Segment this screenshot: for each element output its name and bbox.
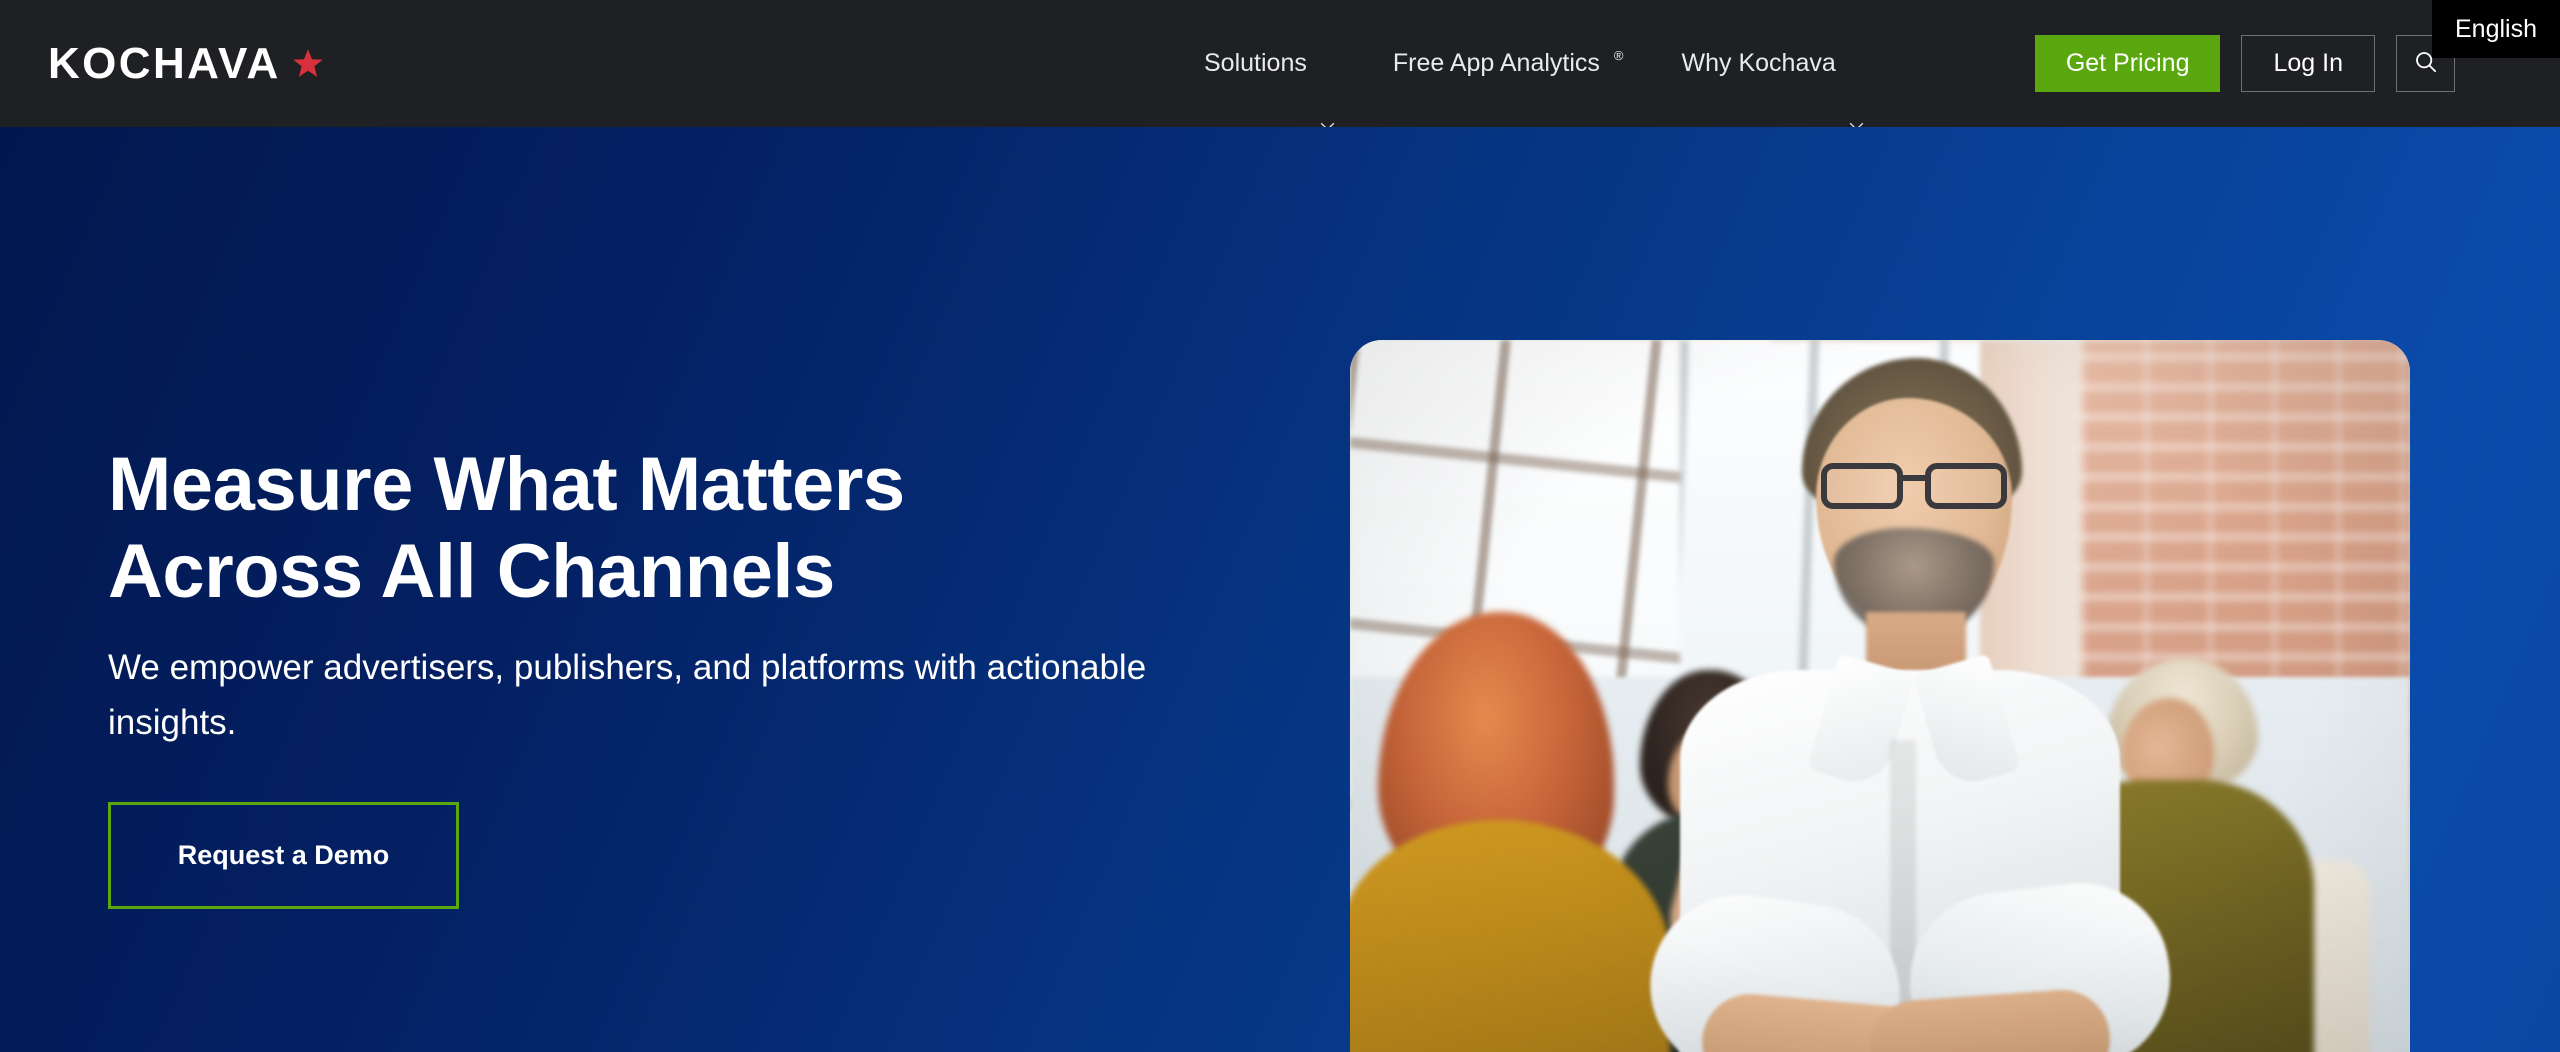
log-in-button[interactable]: Log In	[2241, 35, 2375, 92]
logo[interactable]: KOCHAVA	[48, 0, 325, 127]
nav-item-free-app-analytics[interactable]: Free App Analytics ®	[1364, 0, 1653, 127]
nav-item-solutions-label: Solutions	[1204, 49, 1307, 77]
language-selector[interactable]: English	[2432, 0, 2560, 58]
request-a-demo-button[interactable]: Request a Demo	[108, 801, 459, 909]
hero-title-line-1: Measure What Matters	[108, 442, 905, 527]
nav-item-why-kochava[interactable]: Why Kochava	[1653, 0, 1893, 131]
site-header: KOCHAVA Solutions Free App Analytics ® Wh…	[0, 0, 2560, 131]
chevron-down-icon	[1849, 60, 1864, 131]
hero-copy: Measure What Matters Across All Channels…	[108, 442, 1258, 909]
hero-subtitle: We empower advertisers, publishers, and …	[108, 648, 1147, 742]
nav-item-solutions[interactable]: Solutions	[1175, 0, 1364, 131]
hero-image-vignette	[1350, 340, 2410, 1052]
header-actions: Get Pricing Log In	[2034, 0, 2455, 127]
chevron-down-icon	[1320, 60, 1335, 131]
nav-item-why-kochava-label: Why Kochava	[1681, 49, 1836, 77]
nav-item-free-app-analytics-label: Free App Analytics	[1392, 49, 1600, 77]
star-icon	[291, 47, 325, 80]
hero-image	[1350, 340, 2410, 1052]
get-pricing-button[interactable]: Get Pricing	[2034, 35, 2221, 92]
page-title: Measure What Matters Across All Channels	[108, 442, 1258, 615]
logo-text: KOCHAVA	[48, 38, 281, 88]
hero-section: Measure What Matters Across All Channels…	[0, 127, 2560, 1052]
main-navigation: Solutions Free App Analytics ® Why Kochav…	[1175, 0, 1893, 131]
hero-title-line-2: Across All Channels	[108, 528, 835, 614]
registered-trademark-symbol: ®	[1613, 48, 1624, 63]
